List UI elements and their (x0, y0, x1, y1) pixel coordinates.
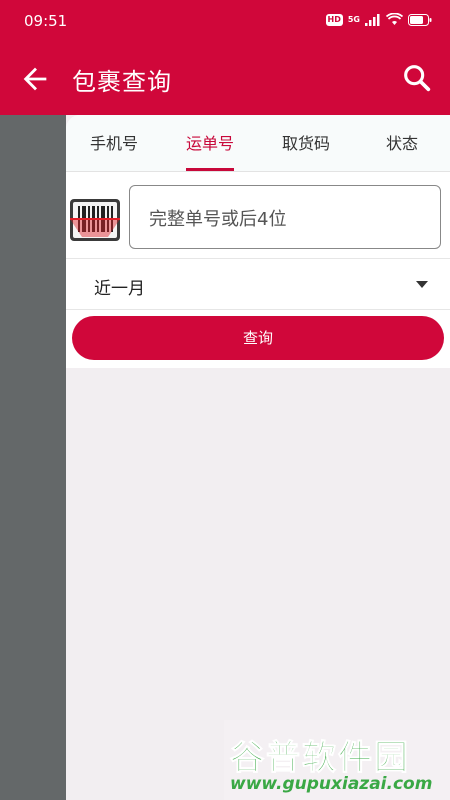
tab-bar: 手机号 运单号 取货码 状态 (66, 115, 450, 172)
barcode-scan-icon[interactable] (70, 199, 120, 241)
battery-icon (408, 13, 432, 26)
app-bar: 包裹查询 (0, 42, 450, 115)
content-panel: 手机号 运单号 取货码 状态 完整单号或后4位 近一月 查询 (66, 115, 450, 800)
tab-status[interactable]: 状态 (354, 115, 450, 171)
wifi-icon (386, 13, 403, 25)
tracking-number-placeholder: 完整单号或后4位 (149, 209, 287, 230)
tab-indicator (186, 168, 234, 171)
tab-tracking-number[interactable]: 运单号 (162, 115, 258, 171)
hd-badge: HD (325, 13, 343, 26)
network-label: 5G (347, 15, 360, 24)
watermark-logo: 谷普软件园 www.gupuxiazai.com (224, 720, 450, 800)
search-icon[interactable] (400, 61, 434, 95)
search-card: 手机号 运单号 取货码 状态 完整单号或后4位 近一月 查询 (66, 115, 450, 368)
arrow-left-icon[interactable] (18, 62, 52, 96)
date-range-value: 近一月 (94, 279, 145, 299)
query-button[interactable]: 查询 (72, 316, 444, 360)
side-strip (0, 115, 66, 800)
watermark-title: 谷普软件园 (230, 738, 410, 779)
watermark-url: www.gupuxiazai.com (230, 774, 433, 794)
page-title: 包裹查询 (72, 68, 172, 96)
dropdown-arrow-icon (416, 281, 428, 288)
status-bar: 09:51 HD 5G (0, 0, 450, 42)
tab-pickup-code[interactable]: 取货码 (258, 115, 354, 171)
tracking-number-input[interactable]: 完整单号或后4位 (129, 185, 441, 249)
tab-phone[interactable]: 手机号 (66, 115, 162, 171)
signal-icon (365, 13, 380, 26)
date-range-select[interactable]: 近一月 (66, 258, 450, 310)
status-icons: HD 5G (325, 13, 432, 26)
status-time: 09:51 (24, 12, 68, 30)
